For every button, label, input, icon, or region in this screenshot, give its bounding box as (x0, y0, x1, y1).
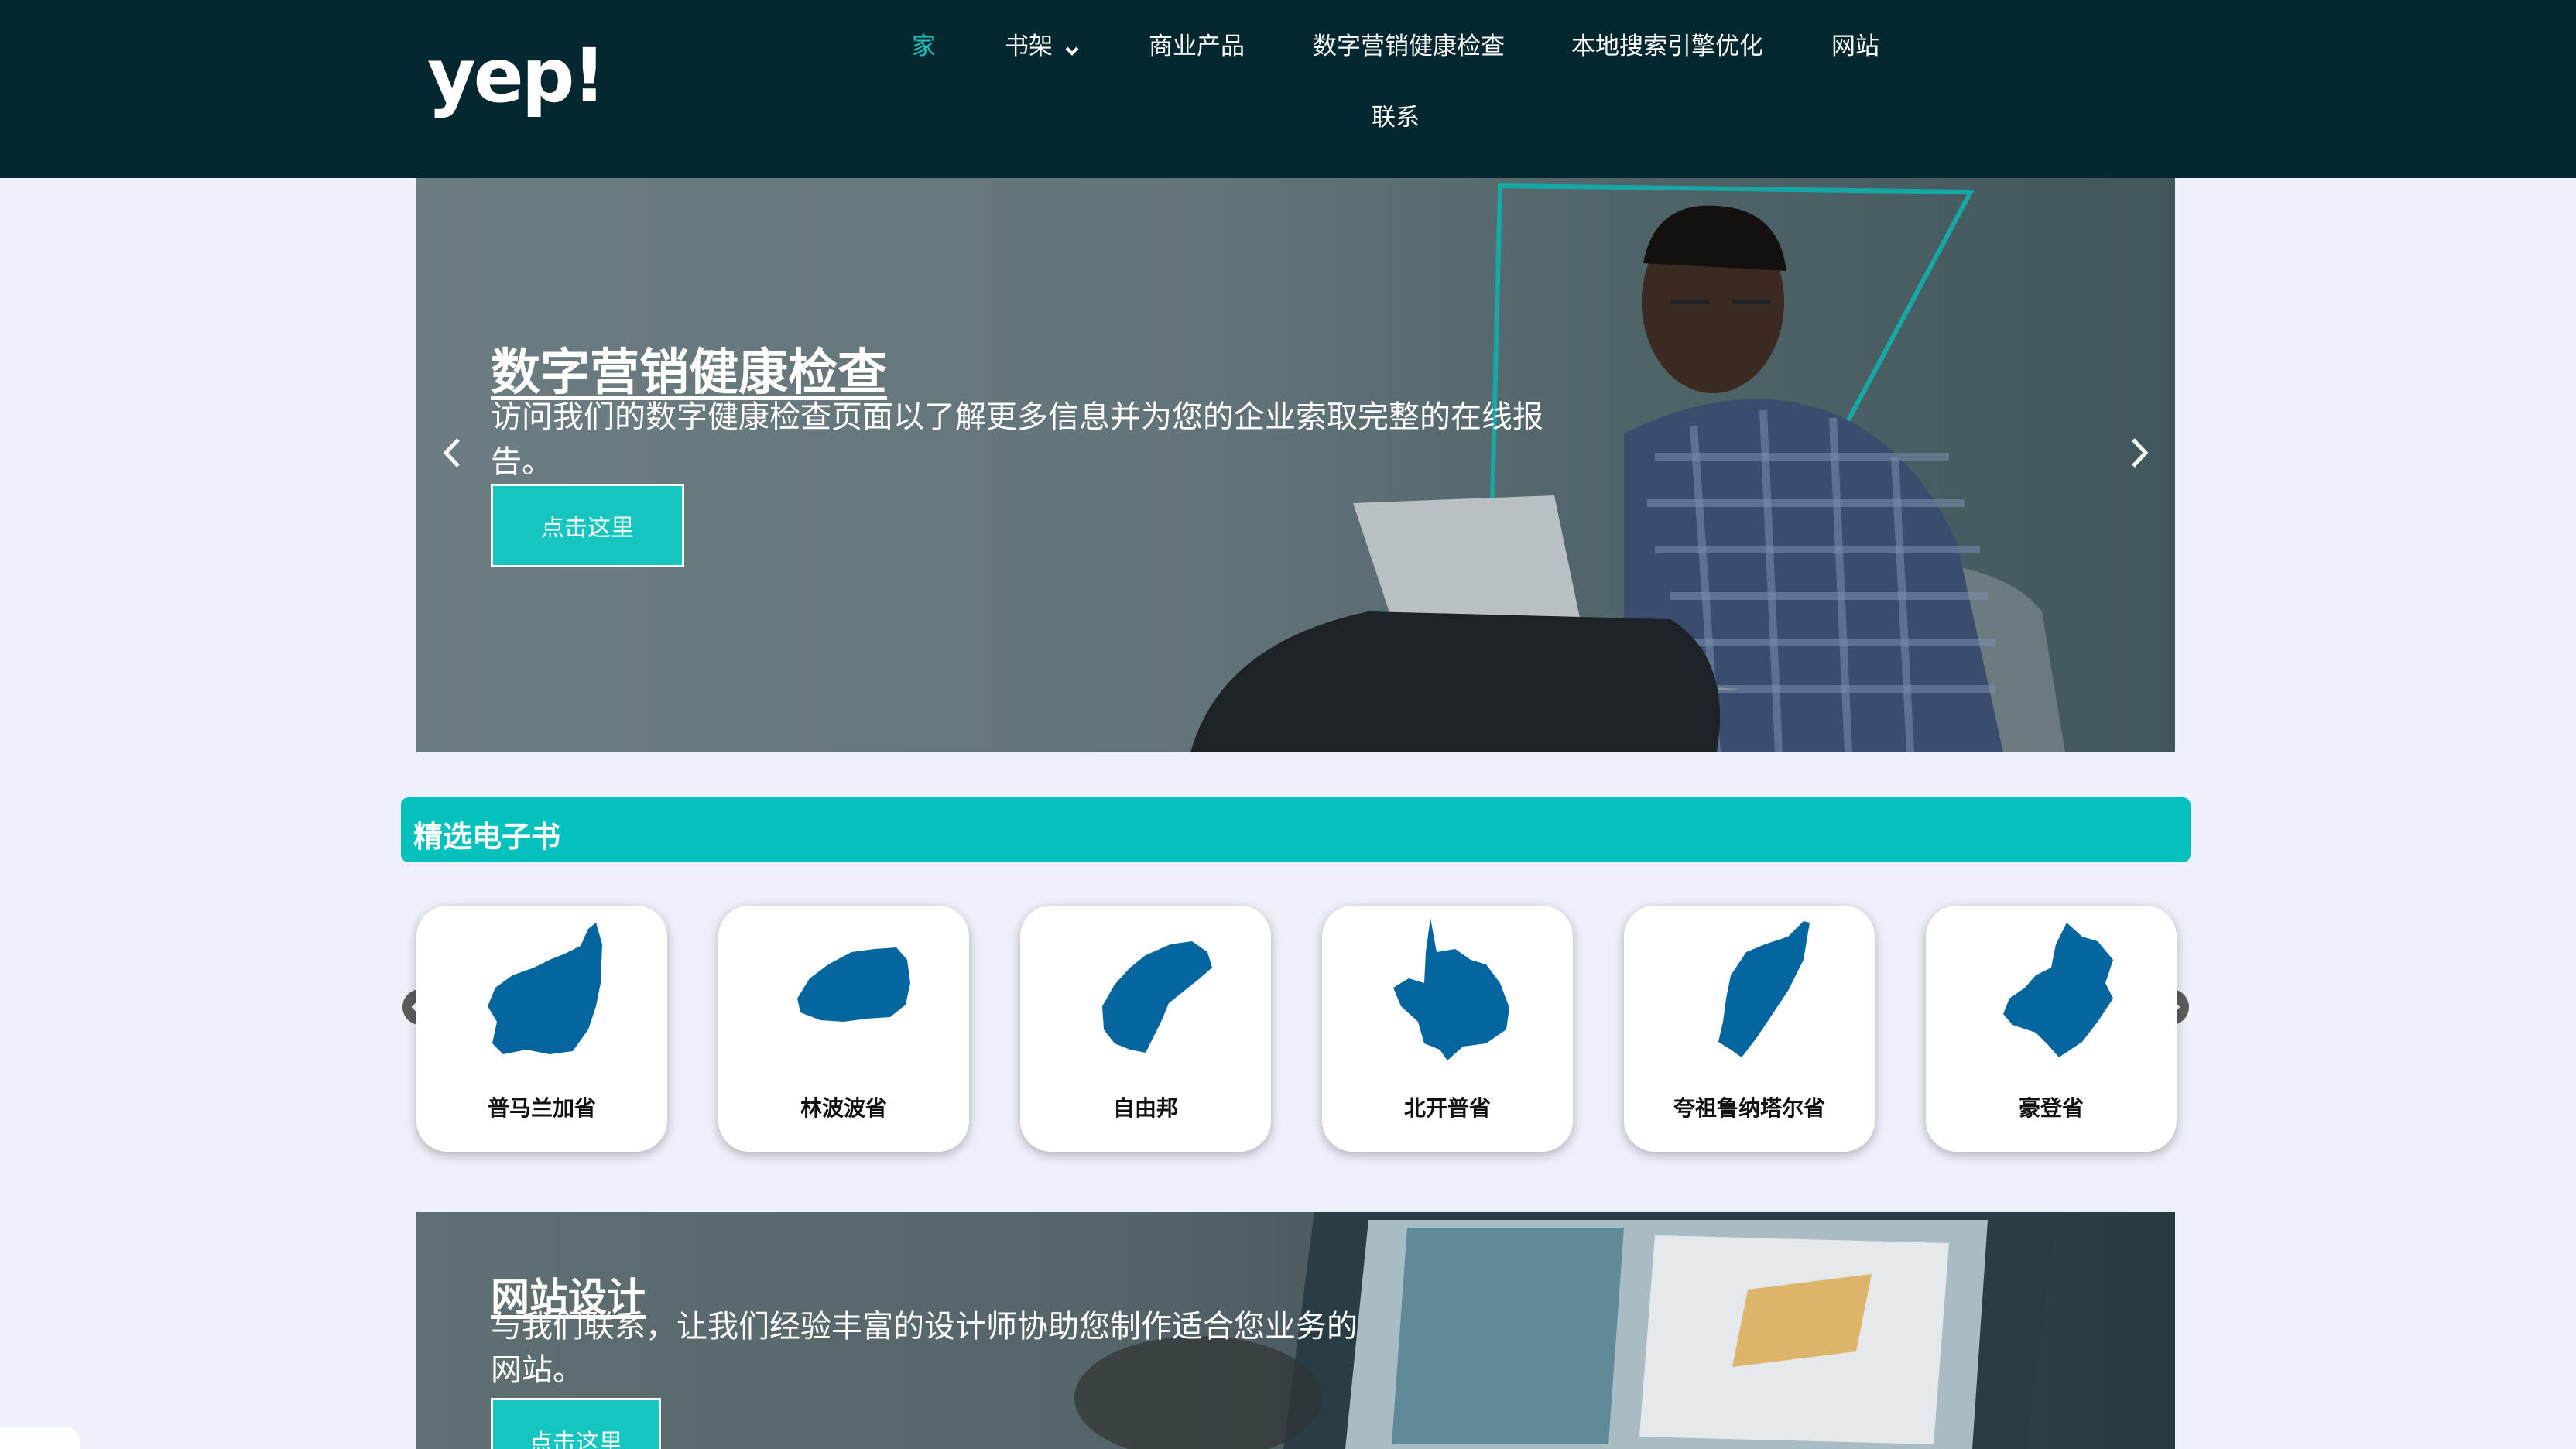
mpumalanga-map-icon (488, 923, 602, 1054)
hero-title-link[interactable]: 数字营销健康检查 (491, 333, 887, 404)
ebook-card-gauteng[interactable]: 豪登省 (1926, 906, 2177, 1152)
nav-item-website[interactable]: 网站 (1831, 26, 1879, 61)
chevron-down-icon (1065, 34, 1079, 62)
slider-prev-arrow[interactable] (437, 433, 468, 472)
nav-item-bookshelf-label: 书架 (1005, 33, 1053, 60)
website-design-cta-button[interactable]: 点击这里 (491, 1398, 661, 1449)
chevron-right-icon (2132, 438, 2149, 468)
brand-logo[interactable]: yep! (427, 33, 606, 119)
nav-item-business-products[interactable]: 商业产品 (1149, 26, 1245, 61)
hero-slider: 数字营销健康检查 访问我们的数字健康检查页面以了解更多信息并为您的企业索取完整的… (416, 178, 2175, 752)
ebook-card-limpopo[interactable]: 林波波省 (718, 906, 969, 1152)
ebook-card-label: 林波波省 (800, 1095, 887, 1121)
ebook-card-northern-cape[interactable]: 北开普省 (1322, 906, 1573, 1152)
ebook-card-label: 北开普省 (1403, 1095, 1491, 1121)
site-header: yep! 家 书架 商业产品 数字营销健康检查 本地搜索引擎优化 网站 联系 (0, 0, 2576, 178)
ebook-card-label: 自由邦 (1112, 1095, 1178, 1121)
gauteng-map-icon (2003, 923, 2113, 1057)
slider-next-arrow[interactable] (2124, 433, 2155, 472)
hero-cta-button[interactable]: 点击这里 (491, 484, 684, 567)
nav-item-digital-health-check[interactable]: 数字营销健康检查 (1313, 26, 1505, 61)
website-design-banner: 网站设计 与我们联系，让我们经验丰富的设计师协助您制作适合您业务的网站。 点击这… (416, 1212, 2175, 1449)
nav-item-home[interactable]: 家 (912, 26, 936, 61)
ebook-card-kwazulu-natal[interactable]: 夸祖鲁纳塔尔省 (1624, 906, 1875, 1152)
floating-widget-tab[interactable] (0, 1427, 80, 1449)
nav-item-bookshelf[interactable]: 书架 (1005, 26, 1079, 62)
chevron-left-icon (443, 438, 460, 468)
ebook-card-label: 豪登省 (2018, 1095, 2084, 1121)
website-design-description: 与我们联系，让我们经验丰富的设计师协助您制作适合您业务的网站。 (491, 1309, 1358, 1388)
northern-cape-map-icon (1393, 918, 1509, 1060)
ebook-card-free-state[interactable]: 自由邦 (1020, 906, 1271, 1152)
nav-item-local-seo[interactable]: 本地搜索引擎优化 (1571, 26, 1763, 61)
nav-item-contact[interactable]: 联系 (1372, 98, 1420, 132)
ebook-card-mpumalanga[interactable]: 普马兰加省 (416, 906, 667, 1152)
free-state-map-icon (1102, 941, 1212, 1053)
kwazulu-natal-map-icon (1718, 921, 1810, 1057)
limpopo-map-icon (797, 947, 910, 1022)
ebook-card-label: 普马兰加省 (487, 1095, 596, 1121)
ebook-card-label: 夸祖鲁纳塔尔省 (1673, 1095, 1825, 1121)
featured-ebooks-heading-bar: 精选电子书 (401, 797, 2191, 862)
featured-ebooks-heading: 精选电子书 (413, 820, 561, 854)
hero-description: 访问我们的数字健康检查页面以了解更多信息并为您的企业索取完整的在线报告。 (491, 399, 1543, 480)
